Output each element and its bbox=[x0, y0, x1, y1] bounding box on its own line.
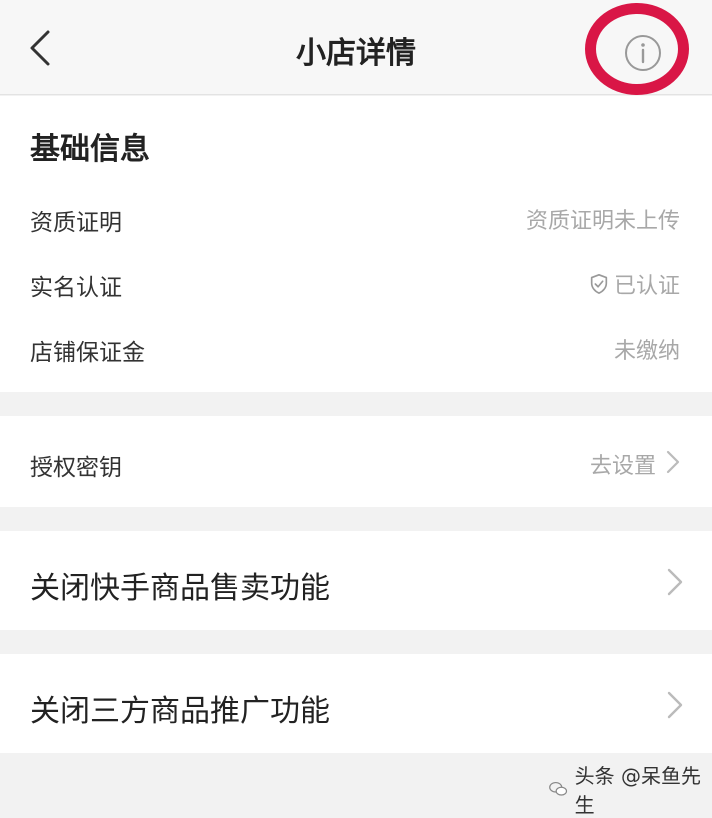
watermark: 头条 @呆鱼先生 bbox=[548, 760, 712, 818]
section-title: 基础信息 bbox=[30, 132, 150, 167]
shield-check-icon bbox=[590, 274, 608, 294]
top-nav-bar: 小店详情 bbox=[0, 0, 712, 95]
highlight-annotation-circle bbox=[585, 3, 689, 95]
close-third-party-promo-label: 关闭三方商品推广功能 bbox=[30, 694, 330, 729]
chevron-right-icon bbox=[666, 450, 680, 474]
deposit-value: 未缴纳 bbox=[613, 339, 680, 364]
auth-key-label: 授权密钥 bbox=[30, 455, 122, 481]
watermark-text: 头条 @呆鱼先生 bbox=[574, 764, 701, 817]
real-name-row[interactable]: 实名认证 已认证 bbox=[0, 258, 712, 308]
real-name-status: 已认证 bbox=[588, 268, 680, 300]
qualification-label: 资质证明 bbox=[30, 210, 122, 236]
deposit-row[interactable]: 店铺保证金 未缴纳 bbox=[0, 323, 712, 373]
wechat-icon bbox=[549, 781, 568, 796]
basic-info-section: 基础信息 资质证明 资质证明未上传 实名认证 已认证 店铺保证金 未缴纳 bbox=[0, 96, 712, 392]
chevron-right-icon bbox=[667, 691, 683, 719]
close-kuaishou-selling-label: 关闭快手商品售卖功能 bbox=[30, 571, 330, 606]
real-name-value: 已认证 bbox=[613, 274, 680, 299]
real-name-label: 实名认证 bbox=[30, 275, 122, 301]
qualification-row[interactable]: 资质证明 资质证明未上传 bbox=[0, 193, 712, 243]
close-kuaishou-selling-row[interactable]: 关闭快手商品售卖功能 bbox=[0, 531, 712, 630]
auth-key-row[interactable]: 授权密钥 去设置 bbox=[0, 416, 712, 507]
auth-key-value: 去设置 bbox=[589, 454, 656, 479]
deposit-label: 店铺保证金 bbox=[30, 340, 145, 366]
close-third-party-promo-row[interactable]: 关闭三方商品推广功能 bbox=[0, 654, 712, 753]
qualification-value: 资质证明未上传 bbox=[525, 209, 680, 234]
chevron-right-icon bbox=[667, 568, 683, 596]
